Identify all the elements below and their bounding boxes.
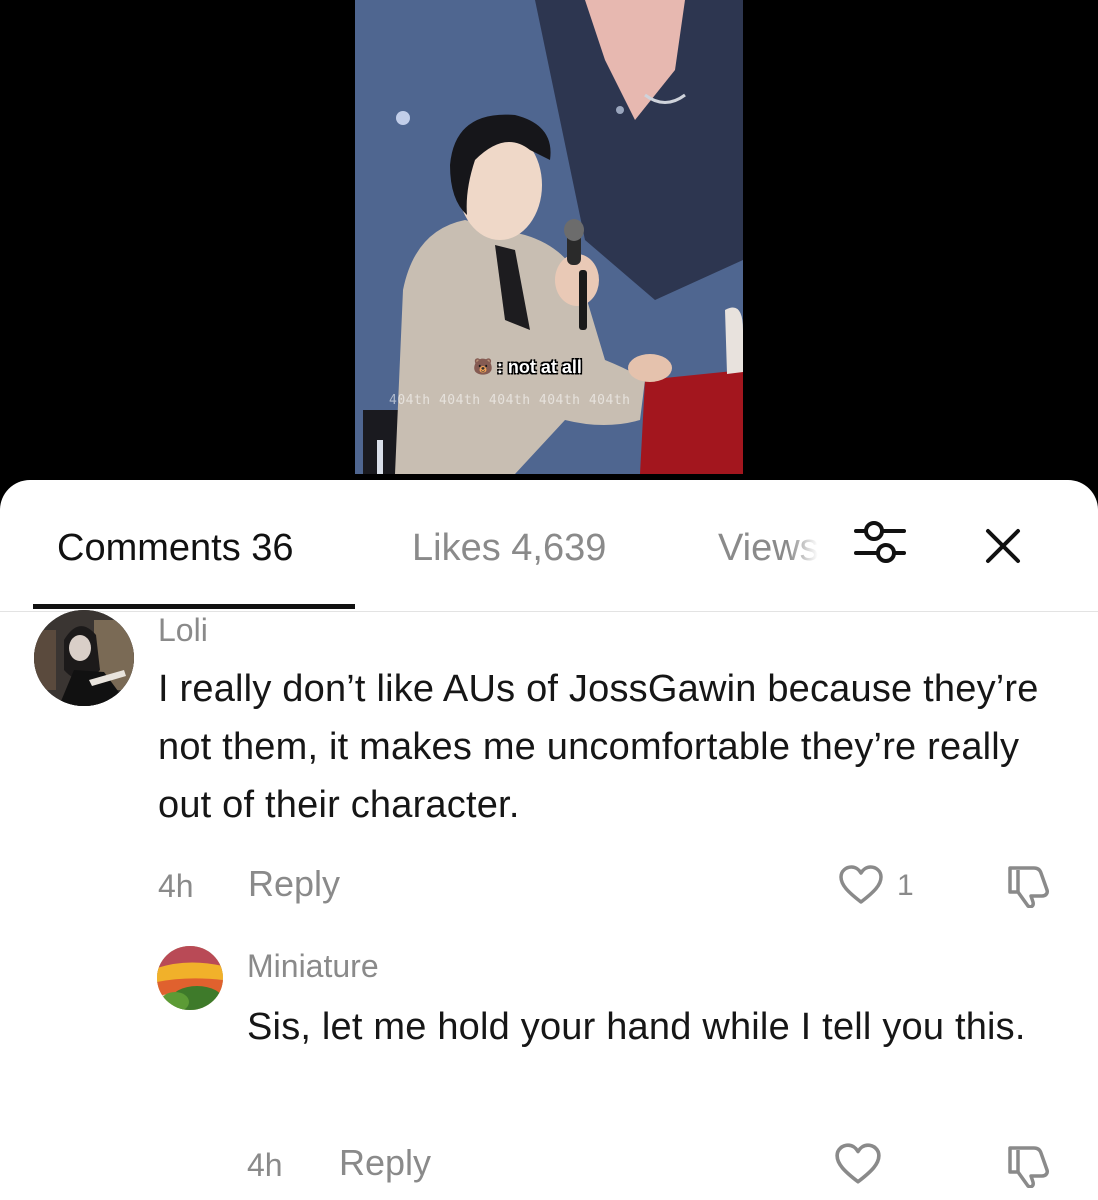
heart-icon[interactable]	[834, 1142, 882, 1191]
like-count: 1	[897, 869, 914, 902]
video-caption-text: : not at all	[496, 356, 582, 377]
video-frame[interactable]: 🐻 : not at all 404th 404th 404th 404th 4…	[355, 0, 743, 474]
comment-timestamp: 4h	[247, 1147, 283, 1183]
dislike-icon[interactable]	[1004, 1142, 1054, 1193]
avatar[interactable]	[157, 946, 223, 1010]
tab-views[interactable]: Views	[718, 526, 818, 570]
comment-timestamp: 4h	[158, 868, 194, 904]
video-player[interactable]: 🐻 : not at all 404th 404th 404th 404th 4…	[0, 0, 1098, 480]
heart-icon[interactable]	[838, 864, 884, 911]
video-watermark: 404th 404th 404th 404th 404th	[389, 393, 631, 408]
reply-button[interactable]: Reply	[339, 1145, 431, 1181]
comment-text: Sis, let me hold your hand while I tell …	[247, 1006, 1026, 1048]
reply-button[interactable]: Reply	[248, 866, 340, 902]
comment-text: I really don’t like AUs of JossGawin bec…	[158, 668, 1039, 826]
comments-tab-bar: Comments 36 Likes 4,639 Views	[0, 480, 1098, 612]
video-caption: 🐻 : not at all	[473, 356, 582, 378]
sliders-filter-icon[interactable]	[852, 517, 908, 572]
tab-likes[interactable]: Likes 4,639	[412, 526, 606, 570]
comment-username[interactable]: Loli	[158, 612, 208, 648]
active-tab-indicator	[33, 604, 355, 609]
close-icon[interactable]	[983, 526, 1023, 571]
comment-username[interactable]: Miniature	[247, 948, 379, 984]
dislike-icon[interactable]	[1004, 862, 1054, 913]
bear-face-emoji-icon: 🐻	[473, 359, 493, 376]
comments-sheet: Comments 36 Likes 4,639 Views	[0, 480, 1098, 1200]
avatar[interactable]	[34, 610, 134, 706]
tab-comments[interactable]: Comments 36	[57, 526, 294, 570]
